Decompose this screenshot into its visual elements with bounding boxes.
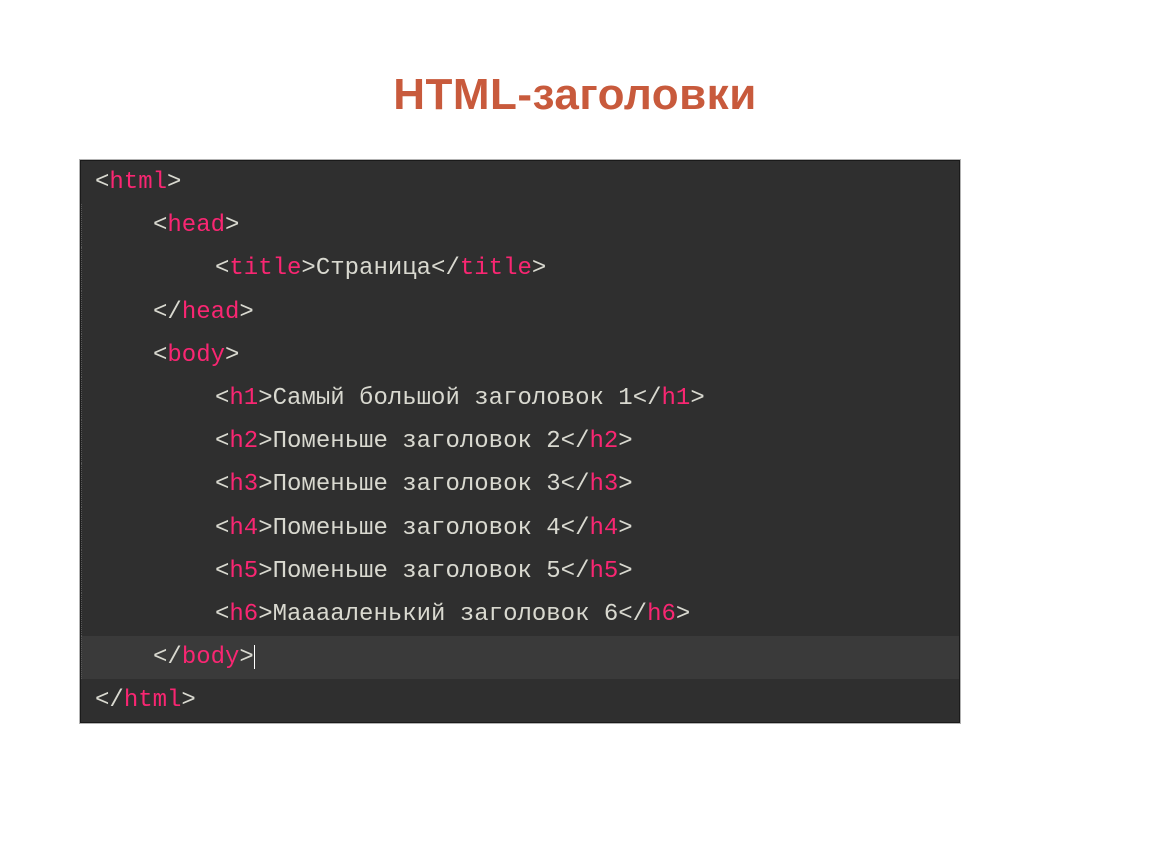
code-text: Поменьше заголовок 4: [273, 515, 561, 542]
code-bracket: <: [215, 255, 229, 282]
code-line: <html>: [81, 161, 959, 204]
code-bracket: >: [258, 558, 272, 585]
code-tag-name: body: [182, 644, 240, 671]
code-bracket: </: [153, 644, 182, 671]
code-tag-name: html: [124, 687, 182, 714]
code-tag-name: title: [229, 255, 301, 282]
code-text: Поменьше заголовок 3: [273, 471, 561, 498]
code-bracket: </: [561, 428, 590, 455]
code-bracket: </: [561, 558, 590, 585]
code-line: <head>: [81, 204, 959, 247]
code-bracket: >: [225, 342, 239, 369]
code-editor: <html><head><title>Страница</title></hea…: [80, 160, 960, 723]
code-bracket: >: [690, 385, 704, 412]
code-bracket: </: [618, 601, 647, 628]
code-line: <h2>Поменьше заголовок 2</h2>: [81, 420, 959, 463]
code-bracket: </: [431, 255, 460, 282]
code-bracket: >: [618, 558, 632, 585]
code-bracket: >: [618, 471, 632, 498]
code-tag-name: h3: [589, 471, 618, 498]
code-bracket: </: [95, 687, 124, 714]
code-line: <h3>Поменьше заголовок 3</h3>: [81, 463, 959, 506]
code-bracket: </: [561, 471, 590, 498]
code-bracket: >: [301, 255, 315, 282]
code-text: Самый большой заголовок 1: [273, 385, 633, 412]
code-tag-name: h2: [589, 428, 618, 455]
code-bracket: </: [561, 515, 590, 542]
code-tag-name: h1: [229, 385, 258, 412]
code-bracket: >: [676, 601, 690, 628]
code-text: Мааааленький заголовок 6: [273, 601, 619, 628]
code-bracket: <: [215, 428, 229, 455]
code-line: <title>Страница</title>: [81, 247, 959, 290]
code-tag-name: title: [460, 255, 532, 282]
code-bracket: </: [633, 385, 662, 412]
code-line: <h1>Самый большой заголовок 1</h1>: [81, 377, 959, 420]
code-bracket: <: [153, 342, 167, 369]
code-bracket: >: [258, 471, 272, 498]
code-tag-name: h5: [589, 558, 618, 585]
text-caret: [254, 645, 255, 669]
code-tag-name: h1: [662, 385, 691, 412]
code-line: </body>: [81, 636, 959, 679]
code-bracket: <: [215, 471, 229, 498]
code-bracket: >: [258, 385, 272, 412]
code-bracket: >: [532, 255, 546, 282]
code-bracket: <: [95, 169, 109, 196]
code-bracket: >: [258, 428, 272, 455]
code-bracket: >: [181, 687, 195, 714]
code-bracket: <: [215, 385, 229, 412]
code-line: <h4>Поменьше заголовок 4</h4>: [81, 507, 959, 550]
code-bracket: <: [215, 558, 229, 585]
code-bracket: <: [153, 212, 167, 239]
slide-container: HTML-заголовки <html><head><title>Страни…: [0, 0, 1150, 864]
code-tag-name: h6: [229, 601, 258, 628]
code-tag-name: html: [109, 169, 167, 196]
code-bracket: >: [258, 515, 272, 542]
code-tag-name: head: [182, 299, 240, 326]
code-bracket: >: [225, 212, 239, 239]
code-bracket: </: [153, 299, 182, 326]
code-tag-name: h6: [647, 601, 676, 628]
code-tag-name: h3: [229, 471, 258, 498]
code-tag-name: h4: [589, 515, 618, 542]
code-tag-name: head: [167, 212, 225, 239]
code-bracket: >: [618, 515, 632, 542]
code-tag-name: h4: [229, 515, 258, 542]
code-line: </head>: [81, 291, 959, 334]
code-bracket: >: [239, 299, 253, 326]
code-bracket: >: [618, 428, 632, 455]
code-bracket: >: [167, 169, 181, 196]
code-line: <h5>Поменьше заголовок 5</h5>: [81, 550, 959, 593]
code-tag-name: body: [167, 342, 225, 369]
code-line: </html>: [81, 679, 959, 722]
code-bracket: <: [215, 515, 229, 542]
code-tag-name: h2: [229, 428, 258, 455]
code-text: Страница: [316, 255, 431, 282]
code-tag-name: h5: [229, 558, 258, 585]
slide-title: HTML-заголовки: [80, 70, 1070, 120]
code-text: Поменьше заголовок 2: [273, 428, 561, 455]
code-bracket: >: [239, 644, 253, 671]
code-text: Поменьше заголовок 5: [273, 558, 561, 585]
code-bracket: <: [215, 601, 229, 628]
code-line: <h6>Мааааленький заголовок 6</h6>: [81, 593, 959, 636]
code-bracket: >: [258, 601, 272, 628]
code-line: <body>: [81, 334, 959, 377]
